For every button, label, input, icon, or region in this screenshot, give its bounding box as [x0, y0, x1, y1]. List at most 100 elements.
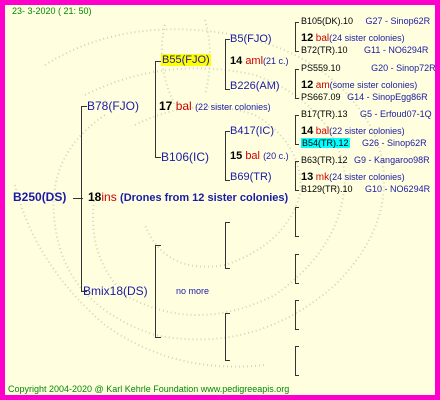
- gen5-code-6: G9 - Kangaroo98R: [354, 155, 430, 165]
- gen5-code-7: G10 - NO6294R: [365, 184, 431, 194]
- gen5-code-4: G5 - Erfoud07-1Q: [360, 109, 432, 119]
- b226-colonies: (some sister colonies): [329, 80, 418, 90]
- gen5-name-2: PS559.10: [301, 63, 341, 73]
- b106-colonies: (20 c.): [263, 151, 289, 161]
- b106-desc: bal: [245, 150, 260, 162]
- sire-queen-colonies: (22 sister colonies): [195, 102, 271, 112]
- b55-queen-name[interactable]: B55(FJO): [161, 54, 211, 66]
- connector-b417-top: [295, 115, 299, 116]
- connector-empty-g4-4b: [295, 375, 299, 376]
- b417-queen-info: 14 bal(22 sister colonies): [301, 126, 405, 137]
- b55-queen-info: 14 aml(21 c.): [230, 56, 289, 67]
- connector-root-vertical: [81, 106, 82, 291]
- gen5-name-4: B17(TR).13: [301, 109, 348, 119]
- connector-empty-g4-1: [295, 207, 296, 236]
- connector-b226-bottom: [295, 98, 299, 99]
- gen5-name-5-highlighted: B54(TR).12: [301, 138, 350, 148]
- connector-empty-vertical-2: [225, 313, 226, 360]
- connector-dam-bottom: [155, 337, 161, 338]
- b106-queen-name[interactable]: B106(IC): [161, 151, 209, 163]
- b226-number: 12: [301, 79, 314, 91]
- connector-empty-g4-1b: [295, 236, 299, 237]
- gen5-name-1: B72(TR).10: [301, 45, 348, 55]
- connector-b55-vertical: [225, 39, 226, 89]
- b5-number: 12: [301, 32, 314, 44]
- root-queen-colonies: (Drones from 12 sister colonies): [120, 192, 289, 204]
- sire-queen-number: 17: [159, 99, 173, 113]
- sire-queen-info: 17 bal (22 sister colonies): [159, 100, 271, 112]
- gen5-code-2: G20 - Sinop72R: [371, 63, 436, 73]
- b417-queen-name[interactable]: B417(IC): [230, 126, 274, 137]
- gen5-row-3[interactable]: PS667.09 G14 - SinopEgg86R: [301, 93, 428, 102]
- b55-number: 14: [230, 55, 243, 67]
- gen5-name-6: B63(TR).12: [301, 155, 348, 165]
- dam-queen-name[interactable]: Bmix18(DS): [83, 285, 148, 297]
- gen5-code-1: G11 - NO6294R: [364, 45, 429, 55]
- connector-empty-1a: [225, 222, 230, 223]
- connector-empty-2b: [225, 360, 230, 361]
- gen5-row-4[interactable]: B17(TR).13 G5 - Erfoud07-1Q: [301, 110, 432, 119]
- b226-queen-name[interactable]: B226(AM): [230, 81, 280, 92]
- root-queen-number: 18: [88, 190, 102, 204]
- sire-queen-desc: bal: [175, 99, 192, 113]
- b226-name-text: B226(AM): [230, 80, 280, 92]
- b417-number: 14: [301, 125, 314, 137]
- connector-b69-vertical: [295, 161, 296, 190]
- root-queen-info: 18ins (Drones from 12 sister colonies): [88, 191, 288, 204]
- gen5-row-5[interactable]: B54(TR).12 G26 - Sinop62R: [301, 138, 427, 148]
- gen5-code-0: G27 - Sinop62R: [365, 16, 431, 26]
- gen5-name-3: PS667.09: [301, 92, 341, 102]
- gen5-row-6[interactable]: B63(TR).12 G9 - Kangaroo98R: [301, 156, 430, 165]
- connector-b226-top: [295, 69, 299, 70]
- gen5-name-0: B105(DK).10: [301, 16, 354, 26]
- connector-b226-vertical: [295, 69, 296, 98]
- connector-b106-vertical: [225, 131, 226, 180]
- connector-empty-g4-1a: [295, 207, 299, 208]
- b417-desc: bal: [315, 126, 330, 137]
- connector-b417-bottom: [295, 144, 299, 145]
- b69-colonies: (24 sister colonies): [329, 172, 405, 182]
- pedigree-panel: 23- 3-2020 ( 21: 50) B250(DS) 18ins (Dro…: [0, 0, 440, 400]
- connector-dam-top: [155, 245, 161, 246]
- b69-queen-info: 13 mk(24 sister colonies): [301, 172, 405, 183]
- b226-desc: am: [315, 80, 330, 91]
- connector-b5-vertical: [295, 22, 296, 51]
- connector-empty-g4-2a: [295, 254, 299, 255]
- connector-empty-g4-3: [295, 300, 296, 329]
- connector-empty-g4-2: [295, 254, 296, 283]
- b55-desc: aml: [245, 55, 264, 67]
- gen5-row-0[interactable]: B105(DK).10 G27 - Sinop62R: [301, 17, 430, 26]
- connector-b5-bottom: [295, 51, 299, 52]
- gen5-code-3: G14 - SinopEgg86R: [347, 92, 428, 102]
- b5-queen-info: 12 bal(24 sister colonies): [301, 33, 405, 44]
- b106-queen-info: 15 bal (20 c.): [230, 151, 289, 162]
- connector-b69-top: [295, 161, 299, 162]
- b5-queen-name[interactable]: B5(FJO): [230, 34, 272, 45]
- gen5-code-5: G26 - Sinop62R: [362, 138, 427, 148]
- root-queen-name[interactable]: B250(DS): [13, 191, 66, 203]
- gen5-row-2[interactable]: PS559.10 G20 - Sinop72R: [301, 63, 436, 73]
- connector-empty-g4-2b: [295, 283, 299, 284]
- gen5-row-1[interactable]: B72(TR).10 G11 - NO6294R: [301, 46, 428, 55]
- connector-empty-vertical-1: [225, 222, 226, 268]
- b5-colonies: (24 sister colonies): [329, 33, 405, 43]
- b5-desc: bal: [315, 33, 330, 44]
- copyright-footer: Copyright 2004-2020 @ Karl Kehrle Founda…: [8, 384, 290, 394]
- b69-number: 13: [301, 171, 314, 183]
- root-queen-desc: ins: [101, 190, 117, 204]
- connector-empty-1b: [225, 268, 230, 269]
- b417-colonies: (22 sister colonies): [329, 126, 405, 136]
- b69-desc: mk: [315, 172, 330, 183]
- connector-empty-2a: [225, 313, 230, 314]
- connector-b5-top: [295, 22, 299, 23]
- gen5-row-7[interactable]: B129(TR).10 G10 - NO6294R: [301, 185, 430, 194]
- connector-dam-vertical: [155, 245, 156, 337]
- b106-number: 15: [230, 150, 243, 162]
- sire-queen-name[interactable]: B78(FJO): [87, 100, 139, 112]
- b226-queen-info: 12 am(some sister colonies): [301, 80, 417, 91]
- connector-empty-g4-3a: [295, 300, 299, 301]
- b69-queen-name[interactable]: B69(TR): [230, 172, 272, 183]
- b55-highlighted-name: B55(FJO): [161, 54, 211, 66]
- connector-sire-vertical: [155, 61, 156, 157]
- connector-b417-vertical: [295, 115, 296, 144]
